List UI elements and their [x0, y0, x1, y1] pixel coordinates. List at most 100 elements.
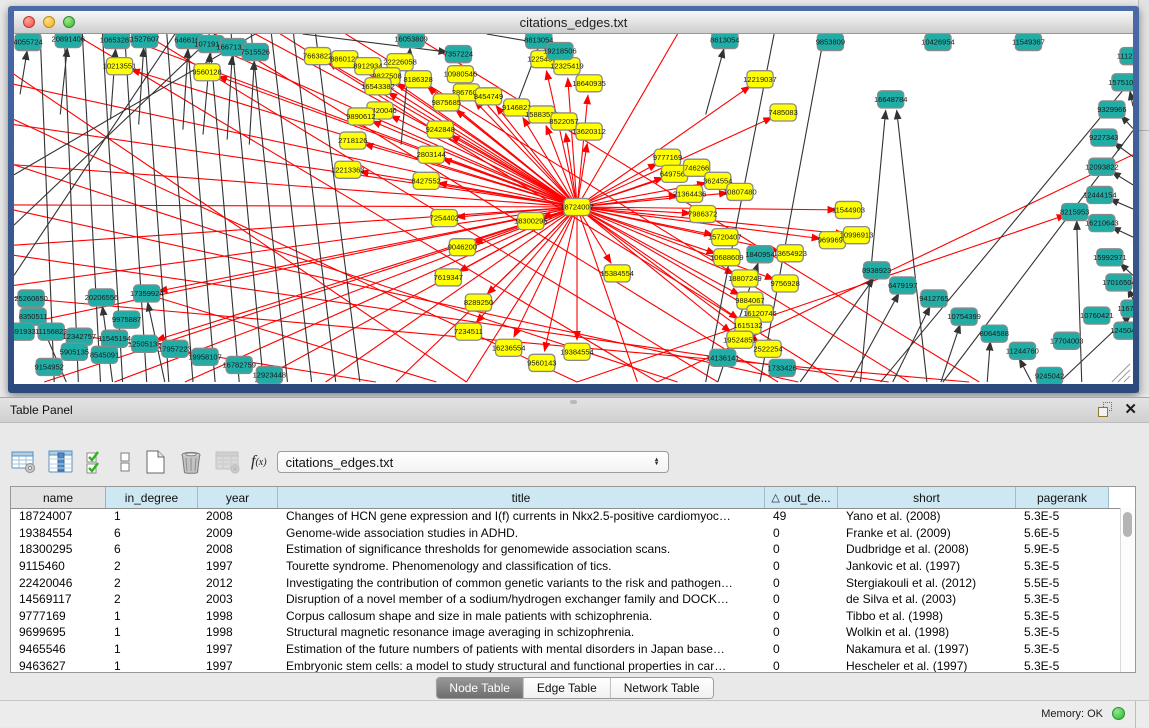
table-cell[interactable]: 1: [106, 625, 198, 639]
table-row[interactable]: 946554611997Estimation of the future num…: [11, 641, 1121, 658]
table-row[interactable]: 2242004622012Investigating the contribut…: [11, 574, 1121, 591]
table-cell[interactable]: 5.3E-5: [1016, 592, 1109, 606]
table-cell[interactable]: 2008: [198, 542, 278, 556]
table-cell[interactable]: Embryonic stem cells: a model to study s…: [278, 659, 765, 672]
table-row[interactable]: 1938455462009Genome-wide association stu…: [11, 525, 1121, 542]
tab-edge-table[interactable]: Edge Table: [524, 678, 611, 698]
table-cell[interactable]: 0: [765, 625, 838, 639]
graph-node[interactable]: 5905135: [60, 343, 89, 360]
graph-node[interactable]: 15720407: [708, 229, 742, 246]
table-cell[interactable]: 2008: [198, 509, 278, 523]
canvas-resize-grip[interactable]: [1112, 364, 1130, 382]
graph-node[interactable]: 13654923: [773, 245, 807, 262]
table-cell[interactable]: 5.5E-5: [1016, 576, 1109, 590]
graph-node[interactable]: 11544903: [832, 201, 865, 218]
table-row[interactable]: 911546021997Tourette syndrome. Phenomeno…: [11, 558, 1121, 575]
table-cell[interactable]: 2: [106, 576, 198, 590]
function-builder-icon[interactable]: f(x): [251, 453, 267, 471]
graph-node[interactable]: 20206556: [85, 289, 119, 306]
graph-node[interactable]: 11549367: [1012, 34, 1045, 51]
graph-node[interactable]: 10213551: [103, 58, 137, 75]
graph-node[interactable]: 10996913: [840, 227, 874, 244]
graph-node[interactable]: 2522254: [753, 340, 782, 357]
table-cell[interactable]: 2003: [198, 592, 278, 606]
table-cell[interactable]: 0: [765, 526, 838, 540]
graph-node[interactable]: 12923448: [253, 366, 287, 383]
graph-node[interactable]: 12505135: [128, 335, 162, 352]
graph-node[interactable]: 10807480: [723, 183, 757, 200]
column-header-pagerank[interactable]: pagerank: [1016, 487, 1109, 508]
table-cell[interactable]: Genome-wide association studies in ADHD.: [278, 526, 765, 540]
table-cell[interactable]: 1997: [198, 559, 278, 573]
table-cell[interactable]: 49: [765, 509, 838, 523]
table-cell[interactable]: Jankovic et al. (1997): [838, 559, 1016, 573]
graph-node[interactable]: 10653287: [100, 34, 134, 49]
table-cell[interactable]: 2: [106, 559, 198, 573]
table-cell[interactable]: 2009: [198, 526, 278, 540]
graph-node[interactable]: 12444154: [1083, 186, 1117, 203]
graph-node[interactable]: 9975887: [112, 311, 141, 328]
graph-node[interactable]: 16053809: [394, 34, 428, 48]
graph-node[interactable]: 12450442: [1110, 322, 1133, 339]
table-cell[interactable]: 1: [106, 609, 198, 623]
table-cell[interactable]: Structural magnetic resonance image aver…: [278, 625, 765, 639]
table-row[interactable]: 977716911998Corpus callosum shape and si…: [11, 608, 1121, 625]
table-cell[interactable]: 1: [106, 642, 198, 656]
close-window-button[interactable]: [23, 16, 35, 28]
graph-node[interactable]: 10760421: [1080, 307, 1114, 324]
graph-node[interactable]: 18724007: [560, 198, 594, 215]
table-cell[interactable]: Wolkin et al. (1998): [838, 625, 1016, 639]
graph-node[interactable]: 19384554: [560, 343, 594, 360]
new-document-icon[interactable]: [142, 449, 168, 475]
float-panel-icon[interactable]: [1097, 402, 1113, 418]
graph-node[interactable]: 10980546: [444, 66, 478, 83]
graph-node[interactable]: 8289250: [464, 294, 493, 311]
table-cell[interactable]: 0: [765, 659, 838, 672]
table-cell[interactable]: 0: [765, 576, 838, 590]
table-row[interactable]: 1456911722003Disruption of a novel membe…: [11, 591, 1121, 608]
table-cell[interactable]: 6: [106, 542, 198, 556]
table-cell[interactable]: 1998: [198, 625, 278, 639]
table-mode-icon[interactable]: [10, 449, 38, 475]
graph-node[interactable]: 9756928: [770, 275, 799, 292]
graph-node[interactable]: 16543382: [361, 78, 395, 95]
column-header-title[interactable]: title: [278, 487, 765, 508]
table-row[interactable]: 1830029562008Estimation of significance …: [11, 541, 1121, 558]
network-canvas[interactable]: 7663822886012889129342222605898275088186…: [14, 34, 1133, 384]
network-view-window[interactable]: citations_edges.txt 76638228860128891293…: [8, 6, 1139, 393]
graph-node[interactable]: 7619347: [434, 269, 463, 286]
table-cell[interactable]: 2: [106, 592, 198, 606]
column-header-short[interactable]: short: [838, 487, 1016, 508]
table-cell[interactable]: 1997: [198, 659, 278, 672]
table-cell[interactable]: Yano et al. (2008): [838, 509, 1016, 523]
graph-node[interactable]: 21364436: [673, 185, 707, 202]
table-row[interactable]: 969969511998Structural magnetic resonanc…: [11, 624, 1121, 641]
table-cell[interactable]: Tourette syndrome. Phenomenology and cla…: [278, 559, 765, 573]
table-cell[interactable]: 22420046: [11, 576, 106, 590]
graph-node[interactable]: 8427552: [412, 172, 441, 189]
table-cell[interactable]: 5.3E-5: [1016, 609, 1109, 623]
zoom-window-button[interactable]: [63, 16, 75, 28]
graph-node[interactable]: 9560143: [527, 354, 556, 371]
table-cell[interactable]: 19384554: [11, 526, 106, 540]
delete-icon[interactable]: [177, 449, 205, 475]
graph-node[interactable]: 11123054: [1117, 48, 1133, 65]
table-cell[interactable]: 9465546: [11, 642, 106, 656]
graph-node[interactable]: 9560128: [192, 64, 221, 81]
graph-node[interactable]: 2803144: [417, 146, 446, 163]
table-cell[interactable]: 0: [765, 609, 838, 623]
table-cell[interactable]: 1: [106, 659, 198, 672]
graph-node[interactable]: 19958107: [188, 348, 222, 365]
table-row[interactable]: 946362711997Embryonic stem cells: a mode…: [11, 657, 1121, 672]
table-cell[interactable]: Changes of HCN gene expression and I(f) …: [278, 509, 765, 523]
graph-node[interactable]: 17957223: [158, 340, 192, 357]
graph-node[interactable]: 16648784: [874, 91, 908, 108]
table-cell[interactable]: 5.3E-5: [1016, 659, 1109, 672]
table-cell[interactable]: Estimation of the future numbers of pati…: [278, 642, 765, 656]
table-scrollbar[interactable]: [1120, 508, 1135, 672]
graph-node[interactable]: 8454749: [474, 88, 503, 105]
table-cell[interactable]: 18300295: [11, 542, 106, 556]
table-cell[interactable]: 1: [106, 509, 198, 523]
graph-node[interactable]: 1840954: [745, 246, 774, 263]
graph-node[interactable]: 7254402: [430, 210, 459, 227]
